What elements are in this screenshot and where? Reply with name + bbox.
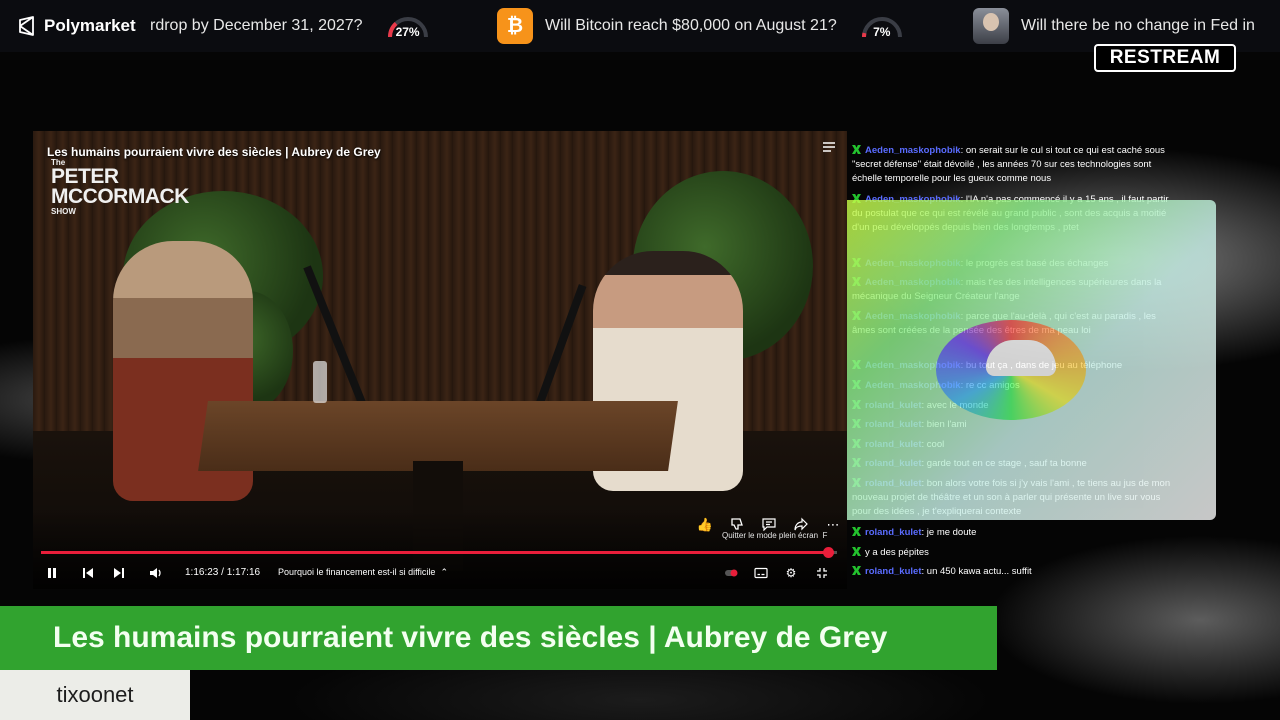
- player-controls: 1:16:23 / 1:17:16 Pourquoi le financemen…: [33, 561, 847, 585]
- avatar: [973, 8, 1009, 44]
- exit-fullscreen-tooltip: Quitter le mode plein écran F: [722, 531, 827, 540]
- platform-badge-icon: [852, 547, 861, 556]
- chat-text: y a des pépites: [865, 547, 929, 558]
- chevron-up-icon: ⌃: [437, 567, 448, 577]
- show-logo: The PETER MCCORMACK SHOW: [51, 157, 189, 216]
- chat-message: y a des pépites: [852, 546, 1174, 560]
- pause-icon[interactable]: [43, 564, 61, 582]
- chat-message: roland_kulet: un 450 kawa actu... suffit: [852, 565, 1174, 579]
- probability-gauge: 7%: [859, 11, 905, 41]
- polymarket-logo[interactable]: Polymarket: [0, 0, 150, 52]
- ticker-question: Will Bitcoin reach $80,000 on August 21?: [545, 17, 837, 34]
- chapter-label: Pourquoi le financement est-il si diffic…: [278, 567, 436, 577]
- tooltip-key: F: [822, 531, 828, 540]
- autoplay-icon[interactable]: [722, 564, 740, 582]
- video-player[interactable]: The PETER MCCORMACK SHOW Les humains pou…: [33, 131, 847, 589]
- cat-sticker-icon: [986, 340, 1056, 376]
- gauge-percent: 27%: [395, 25, 420, 39]
- polymarket-icon: [19, 16, 34, 36]
- show-logo-line1: PETER: [51, 164, 119, 188]
- stream-canvas: rdrop by December 31, 2027? 27% ₿ Will B…: [0, 0, 1280, 720]
- chapter-title[interactable]: Pourquoi le financement est-il si diffic…: [278, 567, 448, 578]
- chat-message: Aeden_maskophobik: on serait sur le cul …: [852, 145, 1165, 184]
- exit-fullscreen-icon[interactable]: [813, 564, 831, 582]
- platform-badge-icon: [852, 145, 861, 154]
- next-icon[interactable]: [110, 564, 128, 582]
- chat-text: je me doute: [926, 527, 977, 538]
- chat-username[interactable]: roland_kulet: [865, 566, 922, 577]
- tooltip-label: Quitter le mode plein écran: [722, 531, 819, 540]
- ticker-item-1[interactable]: rdrop by December 31, 2027? 27%: [150, 0, 431, 52]
- show-logo-line3: SHOW: [51, 207, 76, 217]
- playlist-icon[interactable]: [822, 141, 836, 153]
- time-display: 1:16:23 / 1:17:16: [185, 567, 261, 578]
- chat-username[interactable]: Aeden_maskophobik: [865, 145, 961, 156]
- show-logo-line2: MCCORMACK: [51, 184, 189, 208]
- volume-icon[interactable]: [147, 564, 165, 582]
- alert-overlay-card: [816, 200, 1216, 520]
- lower-third-title: Les humains pourraient vivre des siècles…: [53, 621, 888, 654]
- polymarket-ticker: rdrop by December 31, 2027? 27% ₿ Will B…: [0, 0, 1280, 52]
- chat-username[interactable]: roland_kulet: [865, 527, 922, 538]
- subtitles-icon[interactable]: [752, 564, 770, 582]
- ticker-question: rdrop by December 31, 2027?: [150, 17, 363, 34]
- bitcoin-icon: ₿: [497, 8, 533, 44]
- probability-gauge: 27%: [385, 11, 431, 41]
- previous-icon[interactable]: [79, 564, 97, 582]
- lower-third-banner: Les humains pourraient vivre des siècles…: [0, 606, 997, 670]
- chat-text: un 450 kawa actu... suffit: [926, 566, 1032, 577]
- settings-icon[interactable]: ⚙: [782, 564, 800, 582]
- progress-bar[interactable]: [41, 547, 837, 558]
- bitcoin-symbol: ₿: [506, 14, 524, 37]
- ticker-question: Will there be no change in Fed in: [1021, 17, 1255, 34]
- restream-logo: RESTREAM: [1094, 44, 1236, 72]
- channel-name: tixoonet: [56, 682, 134, 707]
- brand-name: Polymarket: [44, 16, 136, 35]
- like-icon[interactable]: 👍: [696, 517, 714, 535]
- platform-badge-icon: [852, 566, 861, 575]
- gauge-percent: 7%: [873, 25, 891, 39]
- chat-message: roland_kulet: je me doute: [852, 526, 1174, 540]
- video-title[interactable]: Les humains pourraient vivre des siècles…: [47, 145, 381, 159]
- progress-fill: [41, 551, 829, 554]
- ticker-item-2[interactable]: ₿ Will Bitcoin reach $80,000 on August 2…: [497, 0, 905, 52]
- channel-tag: tixoonet: [0, 670, 190, 720]
- platform-badge-icon: [852, 527, 861, 536]
